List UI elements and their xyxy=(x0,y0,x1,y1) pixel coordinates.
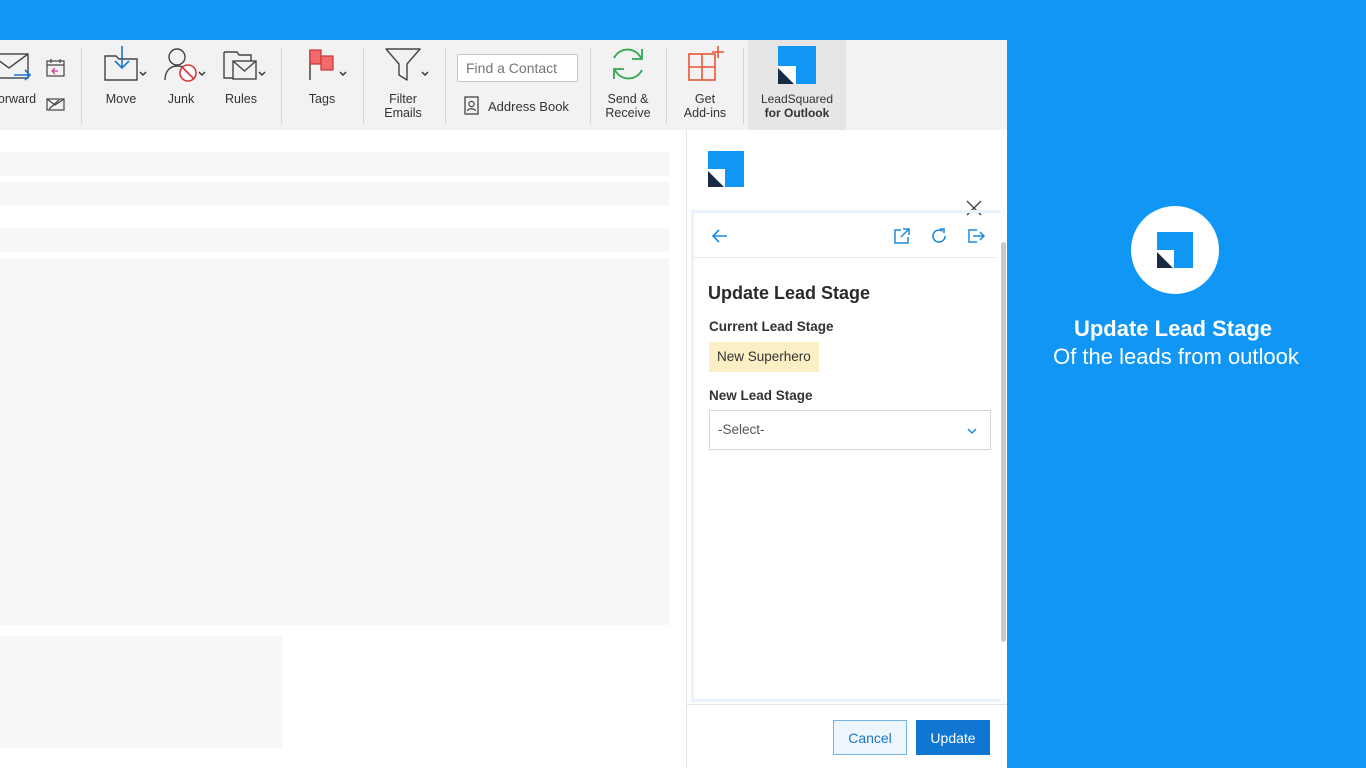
email-body-placeholder xyxy=(0,258,669,625)
leadsquared-task-pane: Update Lead Stage Current Lead Stage New… xyxy=(686,130,1007,768)
filter-emails-button[interactable]: Filter Emails xyxy=(376,40,430,130)
get-addins-label: Get Add-ins xyxy=(684,92,726,120)
move-dropdown-icon[interactable] xyxy=(139,70,147,78)
junk-button[interactable]: Junk xyxy=(157,40,205,130)
promo-title: Update Lead Stage xyxy=(1073,316,1273,341)
send-receive-line-1: Send & xyxy=(607,92,649,106)
address-book-button[interactable]: Address Book xyxy=(463,96,569,116)
junk-icon xyxy=(161,40,201,86)
flag-tag-icon xyxy=(304,40,340,86)
leadsquared-logo-icon xyxy=(1157,232,1193,268)
ribbon-separator xyxy=(363,48,364,124)
form-title: Update Lead Stage xyxy=(708,283,871,303)
cancel-button[interactable]: Cancel xyxy=(833,720,907,755)
outlook-ribbon: orward Move Junk Rules Tags Filter Email… xyxy=(0,40,1007,130)
meeting-reply-group xyxy=(44,40,68,130)
filter-funnel-icon xyxy=(383,40,423,86)
email-row-placeholder xyxy=(0,152,669,176)
promo-subtitle: Of the leads from outlook xyxy=(1053,344,1299,369)
get-addins-line-1: Get xyxy=(694,92,716,106)
filter-label-line-1: Filter xyxy=(389,92,417,106)
logout-icon[interactable] xyxy=(966,226,986,246)
leadsquared-line-2: for Outlook xyxy=(764,106,830,120)
filter-label: Filter Emails xyxy=(384,92,422,120)
pane-content: Update Lead Stage Current Lead Stage New… xyxy=(691,210,1001,702)
rules-label: Rules xyxy=(225,92,257,106)
ribbon-separator xyxy=(445,48,446,124)
ribbon-separator xyxy=(666,48,667,124)
pane-footer: Cancel Update xyxy=(687,704,1007,768)
leadsquared-line-1: LeadSquared xyxy=(760,92,834,106)
add-ins-grid-icon xyxy=(685,40,725,86)
current-stage-label: Current Lead Stage xyxy=(709,319,834,334)
move-label: Move xyxy=(105,92,137,106)
update-button[interactable]: Update xyxy=(916,720,990,755)
leadsquared-logo-icon xyxy=(708,151,744,187)
email-row-placeholder xyxy=(0,182,669,206)
find-contact-input[interactable] xyxy=(457,54,578,82)
new-stage-select[interactable]: -Select- xyxy=(709,410,991,450)
junk-dropdown-icon[interactable] xyxy=(198,70,206,78)
pane-header xyxy=(687,130,1007,216)
send-receive-label: Send & Receive xyxy=(605,92,650,120)
move-button[interactable]: Move xyxy=(95,40,147,130)
junk-label: Junk xyxy=(167,92,195,106)
forward-icon xyxy=(0,40,40,86)
open-external-icon[interactable] xyxy=(892,226,912,246)
filter-dropdown-icon[interactable] xyxy=(421,70,429,78)
outlook-window: orward Move Junk Rules Tags Filter Email… xyxy=(0,40,1007,768)
pane-scrollbar[interactable] xyxy=(1001,242,1006,642)
ribbon-separator xyxy=(743,48,744,124)
get-addins-button[interactable]: Get Add-ins xyxy=(677,40,733,130)
back-arrow-icon[interactable] xyxy=(710,226,730,246)
send-receive-button[interactable]: Send & Receive xyxy=(600,40,656,130)
ribbon-separator xyxy=(81,48,82,124)
move-folder-icon xyxy=(101,40,141,86)
im-reply-icon[interactable] xyxy=(45,95,67,118)
rules-button[interactable]: Rules xyxy=(215,40,267,130)
get-addins-line-2: Add-ins xyxy=(683,106,727,120)
calendar-reply-icon[interactable] xyxy=(45,58,67,83)
current-stage-badge: New Superhero xyxy=(709,342,819,372)
forward-button[interactable]: orward xyxy=(0,40,40,130)
leadsquared-label: LeadSquared for Outlook xyxy=(761,92,833,120)
rules-icon xyxy=(221,40,261,86)
forward-label: orward xyxy=(0,92,37,106)
refresh-icon[interactable] xyxy=(929,226,949,246)
rules-dropdown-icon[interactable] xyxy=(258,70,266,78)
address-book-label: Address Book xyxy=(488,98,569,114)
pane-toolbar xyxy=(694,213,997,258)
ribbon-separator xyxy=(590,48,591,124)
attachment-placeholder xyxy=(0,636,282,748)
filter-label-line-2: Emails xyxy=(384,106,422,120)
new-stage-selected-value: -Select- xyxy=(718,422,765,437)
sync-icon xyxy=(608,40,648,86)
leadsquared-addin-button[interactable]: LeadSquared for Outlook xyxy=(748,40,846,130)
email-row-placeholder xyxy=(0,228,669,252)
address-book-icon xyxy=(464,96,479,115)
send-receive-line-2: Receive xyxy=(605,106,651,120)
tags-dropdown-icon[interactable] xyxy=(339,70,347,78)
tags-label: Tags xyxy=(308,92,336,106)
chevron-down-icon xyxy=(967,428,977,435)
new-stage-label: New Lead Stage xyxy=(709,388,813,403)
leadsquared-logo-icon xyxy=(778,40,816,86)
promo-logo-circle xyxy=(1131,206,1219,294)
tags-button[interactable]: Tags xyxy=(298,40,346,130)
ribbon-separator xyxy=(281,48,282,124)
